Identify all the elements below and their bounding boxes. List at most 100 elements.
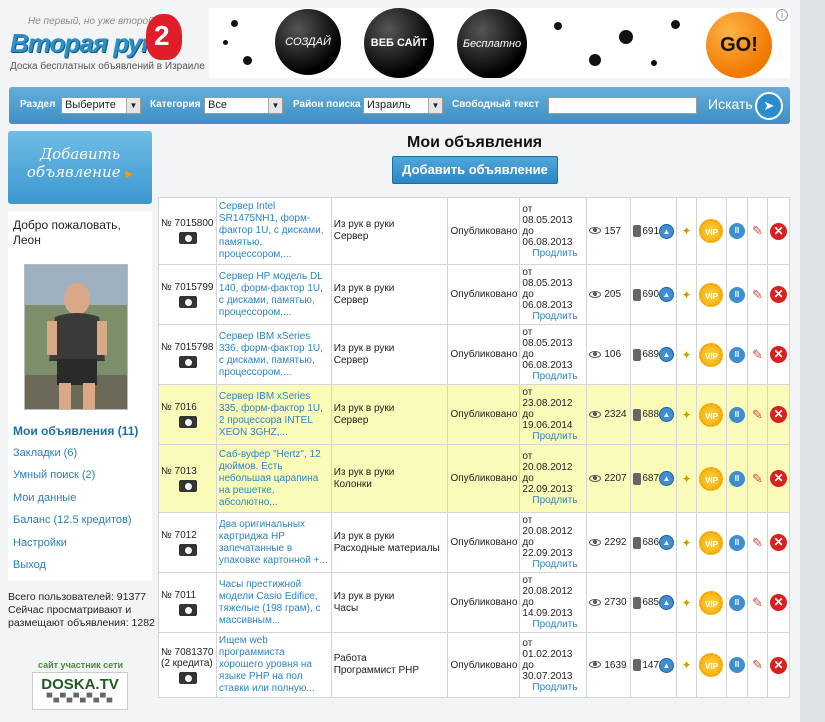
camera-icon[interactable] [179,415,197,428]
extend-link[interactable]: Продлить [522,682,584,693]
magic-wand-icon[interactable]: ✦ [681,288,691,302]
pause-icon[interactable]: II [728,346,745,363]
add-ad-button[interactable]: Добавить объявление [392,156,558,184]
magic-wand-icon[interactable]: ✦ [681,472,691,486]
pencil-icon[interactable]: ✎ [752,287,763,302]
delete-icon[interactable]: ✕ [769,534,787,551]
delete-icon[interactable]: ✕ [769,222,787,240]
magic-wand-icon[interactable]: ✦ [681,224,691,238]
menu-settings[interactable]: Настройки [13,537,138,560]
pencil-icon[interactable]: ✎ [752,657,763,672]
menu-balance[interactable]: Баланс (12.5 кредитов) [13,514,138,537]
delete-icon[interactable]: ✕ [769,286,787,303]
camera-icon[interactable] [179,232,197,244]
magic-wand-icon[interactable]: ✦ [681,596,691,610]
magic-wand-icon[interactable]: ✦ [681,658,691,672]
delete-icon[interactable]: ✕ [769,594,787,611]
extend-link[interactable]: Продлить [522,619,584,630]
pause-icon[interactable]: II [728,657,745,673]
pause-cell: II [725,512,748,573]
pencil-icon[interactable]: ✎ [752,471,763,486]
ad-title[interactable]: Сервер HP модель DL 140, форм-фактор 1U,… [215,264,332,325]
raise-icon[interactable]: ▲ [659,657,675,673]
camera-icon[interactable] [179,671,197,684]
vip-badge-icon[interactable]: VIP [699,590,724,615]
raise-icon[interactable]: ▲ [659,223,675,239]
extend-link[interactable]: Продлить [522,495,584,506]
ad-date-to: до 06.08.2013 [522,349,573,371]
ad-title[interactable]: Два оригинальных картриджа HP запечатанн… [215,512,332,573]
pause-icon[interactable]: II [728,470,745,487]
pencil-icon[interactable]: ✎ [752,407,763,422]
menu-my-ads[interactable]: Мои объявления (11) [13,424,138,447]
banner-go-button[interactable]: GO! [706,12,772,78]
search-button[interactable]: ➤ [755,92,783,120]
pause-icon[interactable]: II [728,286,745,303]
vip-badge-icon[interactable]: VIP [699,282,724,307]
delete-icon[interactable]: ✕ [769,470,787,487]
pause-icon[interactable]: II [728,406,745,423]
vip-badge-icon[interactable]: VIP [699,466,724,491]
search-label[interactable]: Искать [708,96,753,112]
ad-title[interactable]: Часы престижной модели Casio Edifice, тя… [215,572,332,633]
section-select[interactable]: Выберите ▼ [61,97,141,114]
raise-icon[interactable]: ▲ [659,595,675,610]
ad-title[interactable]: Сервер Intel SR1475NH1, форм-фактор 1U, … [215,197,332,265]
menu-bookmarks[interactable]: Закладки (6) [13,447,138,470]
ad-title[interactable]: Сервер IBM xSeries 336, форм-фактор 1U, … [215,324,332,385]
pencil-icon[interactable]: ✎ [752,595,763,610]
magic-wand-icon[interactable]: ✦ [681,408,691,422]
category-select[interactable]: Все ▼ [204,97,283,114]
extend-link[interactable]: Продлить [522,431,584,442]
ad-dates-cell: от 08.05.2013 до 06.08.2013 Продлить [519,324,588,385]
ad-title[interactable]: Ищем web программиста хорошего уровня на… [215,632,332,698]
pencil-icon[interactable]: ✎ [752,223,763,238]
camera-icon[interactable] [179,543,197,556]
vip-badge-icon[interactable]: VIP [699,402,724,427]
free-text-input[interactable] [548,97,697,114]
camera-icon[interactable] [179,295,197,308]
extend-link[interactable]: Продлить [522,559,584,570]
vip-badge-icon[interactable]: VIP [699,342,724,367]
vip-badge-icon[interactable]: VIP [699,530,724,555]
menu-smart-search[interactable]: Умный поиск (2) [13,469,138,492]
camera-icon[interactable] [179,479,197,492]
raise-icon[interactable]: ▲ [659,287,675,302]
sidebar-add-ad-button[interactable]: Добавить объявление ▶ [8,131,152,204]
menu-my-data[interactable]: Мои данные [13,492,138,515]
area-select[interactable]: Израиль ▼ [363,97,443,114]
magic-wand-icon[interactable]: ✦ [681,536,691,550]
menu-logout[interactable]: Выход [13,559,138,582]
extend-link[interactable]: Продлить [522,371,584,382]
delete-icon[interactable]: ✕ [769,346,787,363]
delete-icon[interactable]: ✕ [769,656,787,674]
user-avatar[interactable] [24,264,128,410]
ad-banner[interactable]: СОЗДАЙ ВЕБ САЙТ Бесплатно GO! i [209,8,790,78]
vip-badge-icon[interactable]: VIP [699,653,724,677]
pause-icon[interactable]: II [728,534,745,551]
extend-link[interactable]: Продлить [522,311,584,322]
camera-icon[interactable] [179,355,197,368]
pause-icon[interactable]: II [728,594,745,611]
pencil-icon[interactable]: ✎ [752,347,763,362]
ad-title[interactable]: Саб-вуфер "Hertz", 12 дюймов. Есть небол… [215,444,332,513]
camera-icon[interactable] [179,603,197,616]
magic-wand-icon[interactable]: ✦ [681,348,691,362]
pencil-icon[interactable]: ✎ [752,535,763,550]
ad-info-icon[interactable]: i [776,9,788,21]
ad-date-to: до 19.06.2014 [522,409,573,431]
pause-icon[interactable]: II [728,223,745,239]
extend-link[interactable]: Продлить [522,248,584,259]
vip-cell: VIP [695,264,727,325]
site-logo[interactable]: Не первый, но уже второй! Вторая рука 2 … [8,12,205,74]
raise-icon[interactable]: ▲ [659,471,675,486]
raise-icon[interactable]: ▲ [659,347,675,362]
ad-date-from: от 08.05.2013 [522,203,573,226]
raise-icon[interactable]: ▲ [659,407,675,422]
ad-title[interactable]: Сервер IBM xSeries 335, форм-фактор 1U, … [215,384,332,445]
delete-icon[interactable]: ✕ [769,406,787,423]
doska-tv-logo[interactable]: DOSKA.TV ▀▄▀▄▀▄▀▄▀▄ [32,672,128,710]
vip-badge-icon[interactable]: VIP [699,219,724,243]
vip-cell: VIP [695,632,727,698]
raise-icon[interactable]: ▲ [659,535,675,550]
